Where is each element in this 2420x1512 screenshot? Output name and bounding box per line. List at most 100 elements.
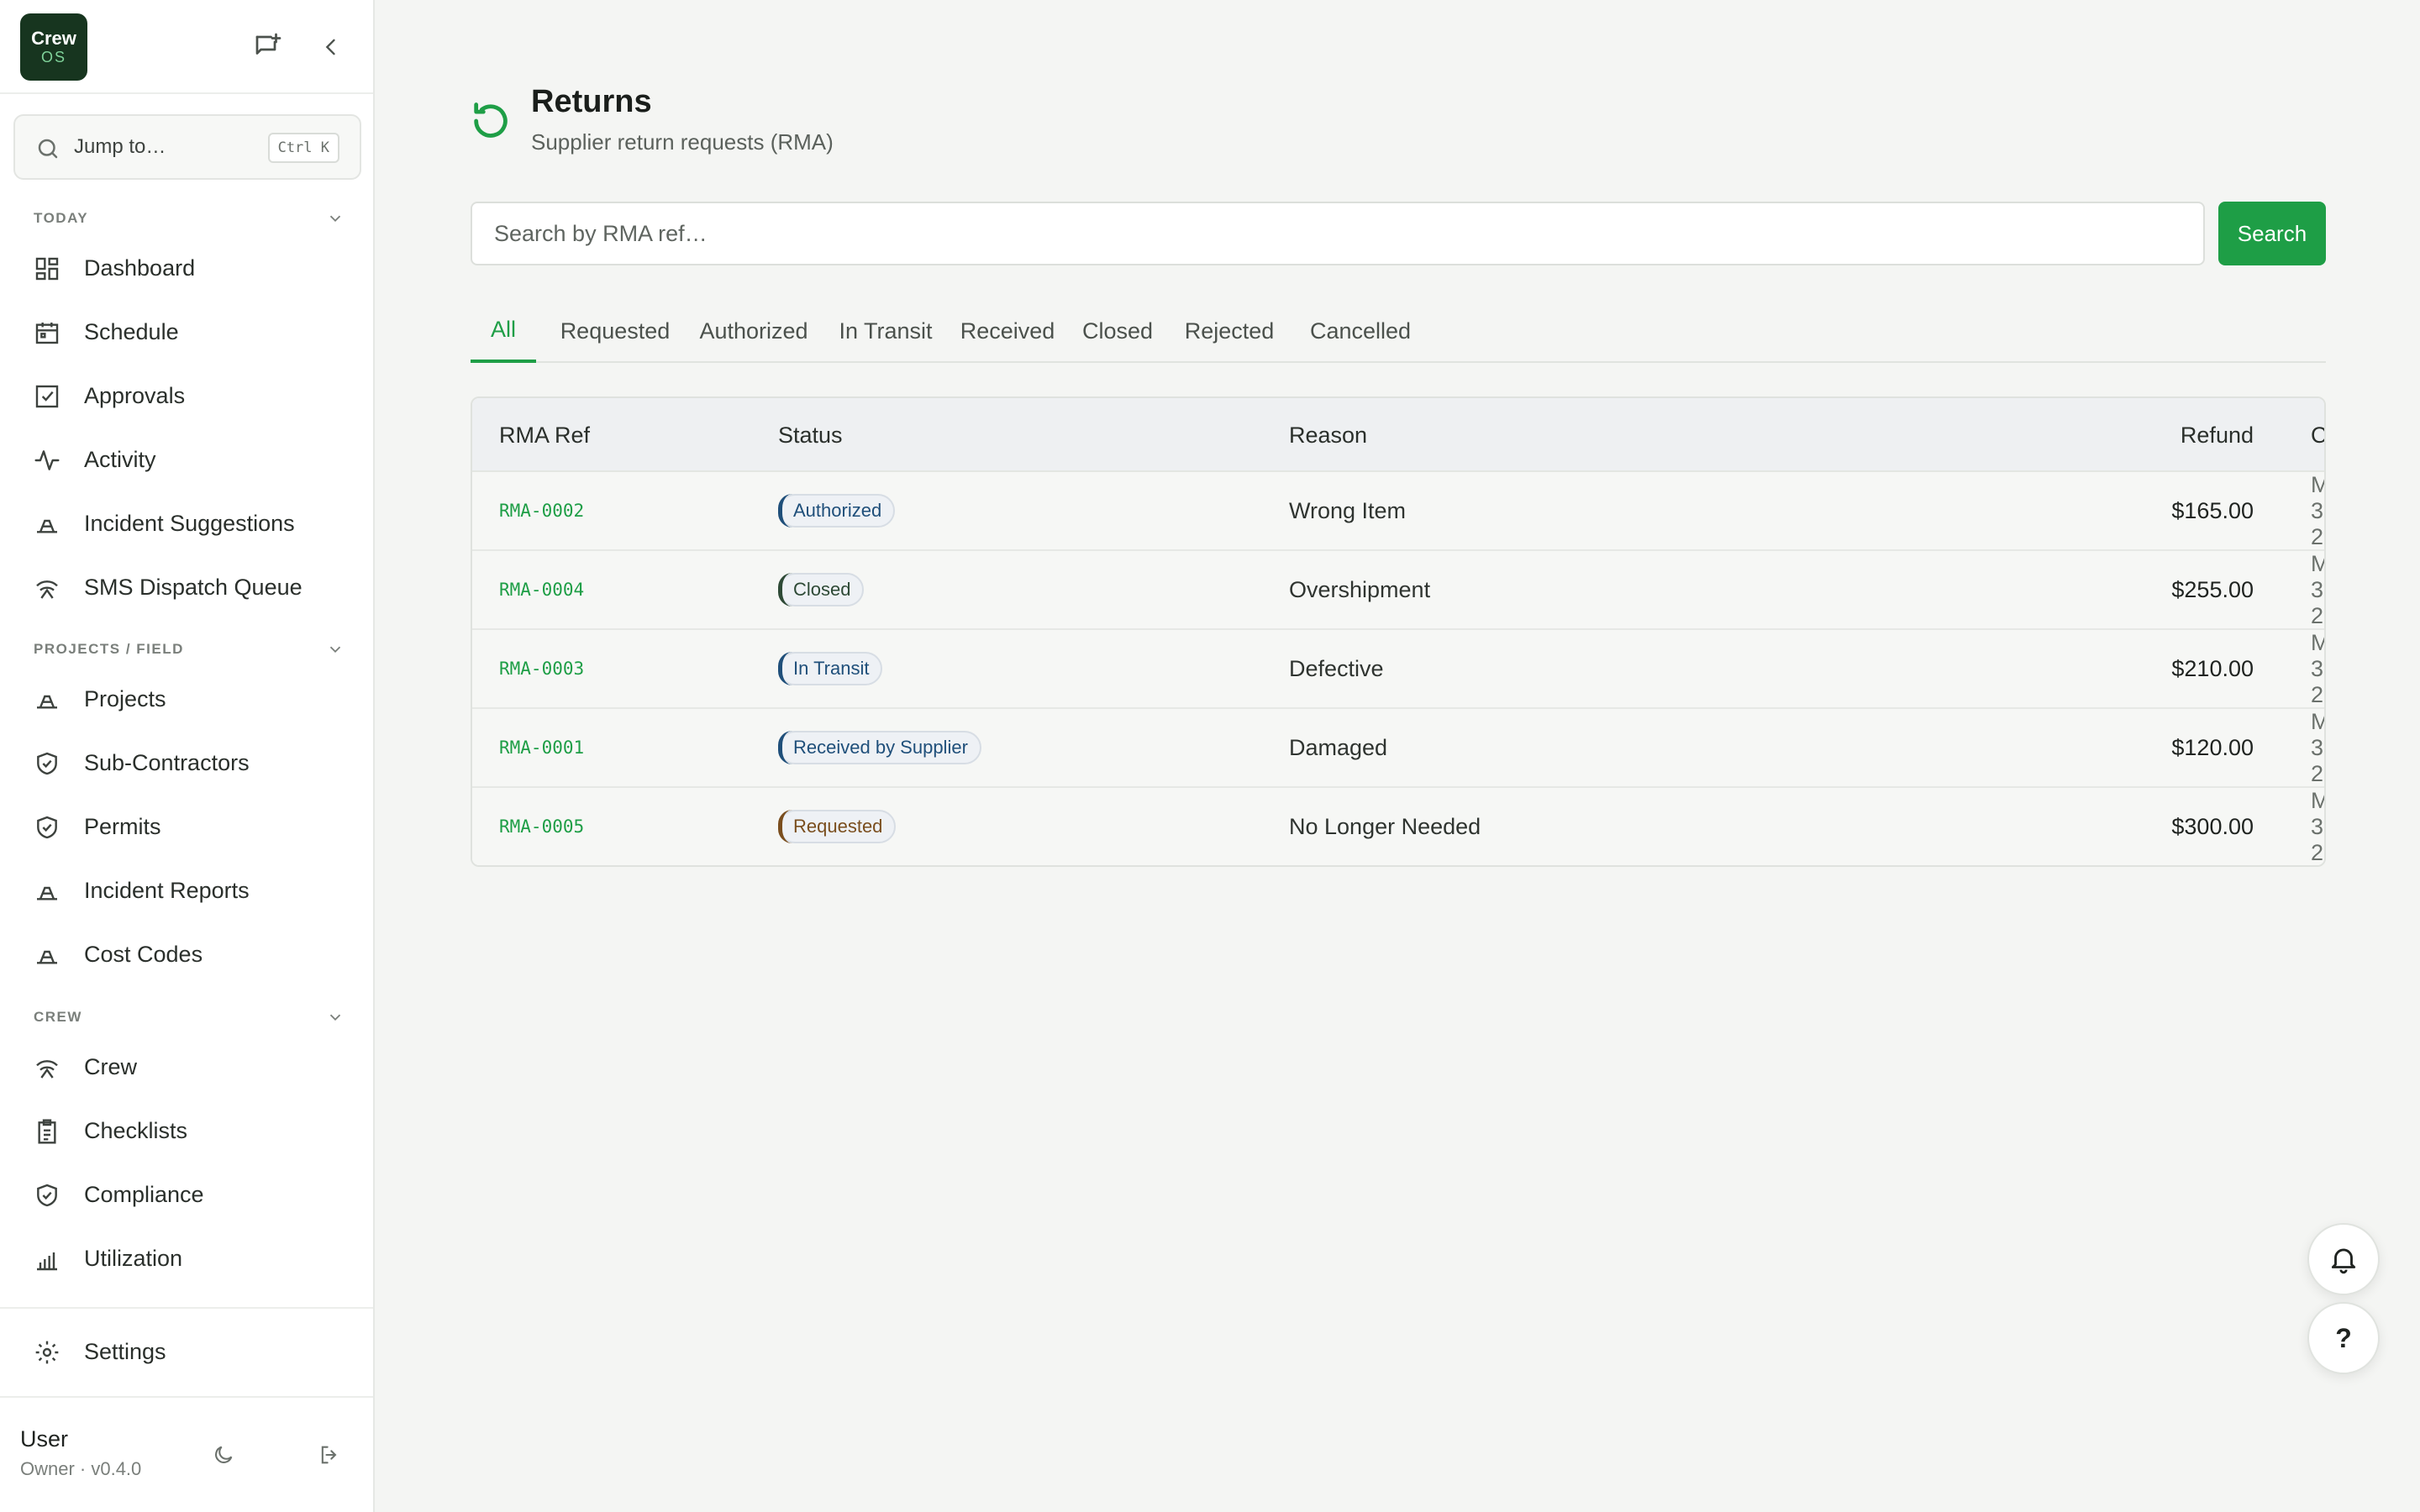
checkbox-icon	[34, 383, 60, 410]
reason-cell: Wrong Item	[1289, 497, 1407, 523]
nav-compliance[interactable]: Compliance	[13, 1167, 361, 1222]
jump-to-search[interactable]: Jump to… Ctrl K	[13, 114, 361, 180]
logo-line1: Crew	[31, 28, 76, 49]
nav-label: Settings	[84, 1338, 166, 1364]
app-logo[interactable]: Crew OS	[20, 13, 87, 81]
section-today-title: TODAY	[34, 210, 89, 226]
table-row[interactable]: RMA-0001 Received by Supplier Damaged $1…	[472, 709, 2324, 788]
reason-cell: Defective	[1289, 655, 1384, 681]
nav-permits[interactable]: Permits	[13, 799, 361, 854]
nav-incident-suggestions[interactable]: Incident Suggestions	[13, 496, 361, 551]
tab-received[interactable]: Received	[955, 299, 1060, 363]
feedback-button[interactable]	[249, 29, 286, 66]
col-created[interactable]: Created	[2311, 398, 2324, 472]
nav-label: Projects	[84, 685, 166, 711]
shortcut-hint: Ctrl K	[267, 133, 339, 163]
status-badge: Authorized	[778, 494, 896, 528]
notifications-button[interactable]	[2307, 1223, 2380, 1295]
reason-cell: No Longer Needed	[1289, 813, 1481, 839]
tab-rejected[interactable]: Rejected	[1175, 299, 1284, 363]
rma-ref-link[interactable]: RMA-0005	[499, 788, 584, 865]
col-refund[interactable]: Refund	[2153, 398, 2254, 472]
rma-ref-link[interactable]: RMA-0002	[499, 472, 584, 549]
search-icon	[38, 139, 58, 159]
gear-icon	[34, 1339, 60, 1366]
user-meta: Owner · v0.4.0	[20, 1458, 142, 1479]
nav-incident-reports[interactable]: Incident Reports	[13, 863, 361, 918]
logo-line2: OS	[40, 49, 66, 66]
nav-label: Approvals	[84, 382, 186, 408]
created-cell: May 31, 2026	[2311, 551, 2324, 628]
pulse-icon	[34, 447, 60, 474]
reason-cell: Overshipment	[1289, 576, 1431, 602]
nav-cost-codes[interactable]: Cost Codes	[13, 927, 361, 982]
divider	[0, 1307, 373, 1309]
status-badge: Received by Supplier	[778, 731, 981, 764]
status-tabs: All Requested Authorized In Transit Rece…	[471, 299, 2326, 363]
refund-cell: $120.00	[2171, 734, 2254, 760]
page-title: Returns	[531, 84, 652, 119]
section-projects-field[interactable]: PROJECTS / FIELD	[34, 637, 345, 662]
table-row[interactable]: RMA-0003 In Transit Defective $210.00 Ma…	[472, 630, 2324, 709]
nav-label: SMS Dispatch Queue	[84, 574, 302, 600]
tab-authorized[interactable]: Authorized	[691, 299, 817, 363]
table-row[interactable]: RMA-0002 Authorized Wrong Item $165.00 M…	[472, 472, 2324, 551]
tab-cancelled[interactable]: Cancelled	[1301, 299, 1420, 363]
help-button[interactable]: ?	[2307, 1302, 2380, 1374]
chevron-left-icon	[325, 39, 335, 55]
nav-sms-dispatch-queue[interactable]: SMS Dispatch Queue	[13, 559, 361, 615]
nav-activity[interactable]: Activity	[13, 432, 361, 487]
nav-sub-contractors[interactable]: Sub-Contractors	[13, 735, 361, 790]
jump-to-label: Jump to…	[74, 135, 166, 158]
created-cell: May 31, 2026	[2311, 709, 2324, 786]
tab-closed[interactable]: Closed	[1077, 299, 1158, 363]
moon-icon	[215, 1446, 233, 1463]
nav-settings[interactable]: Settings	[13, 1324, 361, 1379]
brand-row: Crew OS	[0, 0, 373, 94]
divider	[0, 1396, 373, 1398]
col-reason[interactable]: Reason	[1289, 398, 1367, 472]
tab-all[interactable]: All	[471, 299, 536, 363]
table-row[interactable]: RMA-0005 Requested No Longer Needed $300…	[472, 788, 2324, 865]
nav-label: Schedule	[84, 318, 179, 344]
refresh-icon	[474, 102, 508, 138]
col-rma-ref[interactable]: RMA Ref	[499, 398, 590, 472]
refund-cell: $165.00	[2171, 497, 2254, 523]
tab-requested[interactable]: Requested	[556, 299, 674, 363]
logout-button[interactable]	[313, 1438, 346, 1472]
nav-label: Dashboard	[84, 255, 196, 281]
table-header: RMA Ref Status Reason Refund Created	[472, 398, 2324, 472]
nav-checklists[interactable]: Checklists	[13, 1103, 361, 1158]
nav-projects[interactable]: Projects	[13, 671, 361, 727]
nav-label: Incident Reports	[84, 877, 250, 903]
rma-search-input[interactable]	[471, 202, 2205, 265]
nav-label: Permits	[84, 813, 161, 839]
tab-in-transit[interactable]: In Transit	[834, 299, 938, 363]
rma-ref-link[interactable]: RMA-0003	[499, 630, 584, 707]
theme-toggle-button[interactable]	[207, 1438, 240, 1472]
section-today[interactable]: TODAY	[34, 206, 345, 231]
nav-label: Incident Suggestions	[84, 510, 295, 536]
rma-ref-link[interactable]: RMA-0004	[499, 551, 584, 628]
nav-approvals[interactable]: Approvals	[13, 368, 361, 423]
hazard-icon	[34, 942, 60, 969]
logout-icon	[321, 1446, 337, 1464]
table-row[interactable]: RMA-0004 Closed Overshipment $255.00 May…	[472, 551, 2324, 630]
nav-label: Compliance	[84, 1181, 204, 1207]
refund-cell: $210.00	[2171, 655, 2254, 681]
help-icon: ?	[2335, 1322, 2352, 1353]
col-status[interactable]: Status	[778, 398, 843, 472]
nav-dashboard[interactable]: Dashboard	[13, 240, 361, 296]
search-button[interactable]: Search	[2218, 202, 2326, 265]
nav-crew[interactable]: Crew	[13, 1039, 361, 1095]
nav-schedule[interactable]: Schedule	[13, 304, 361, 360]
nav-utilization[interactable]: Utilization	[13, 1231, 361, 1286]
section-crew[interactable]: CREW	[34, 1005, 345, 1030]
user-name: User	[20, 1426, 69, 1452]
collapse-sidebar-button[interactable]	[313, 29, 350, 66]
section-crew-title: CREW	[34, 1009, 82, 1025]
bell-icon	[2331, 1248, 2356, 1274]
returns-table: RMA Ref Status Reason Refund Created RMA…	[471, 396, 2326, 867]
nav-label: Sub-Contractors	[84, 749, 250, 775]
rma-ref-link[interactable]: RMA-0001	[499, 709, 584, 786]
